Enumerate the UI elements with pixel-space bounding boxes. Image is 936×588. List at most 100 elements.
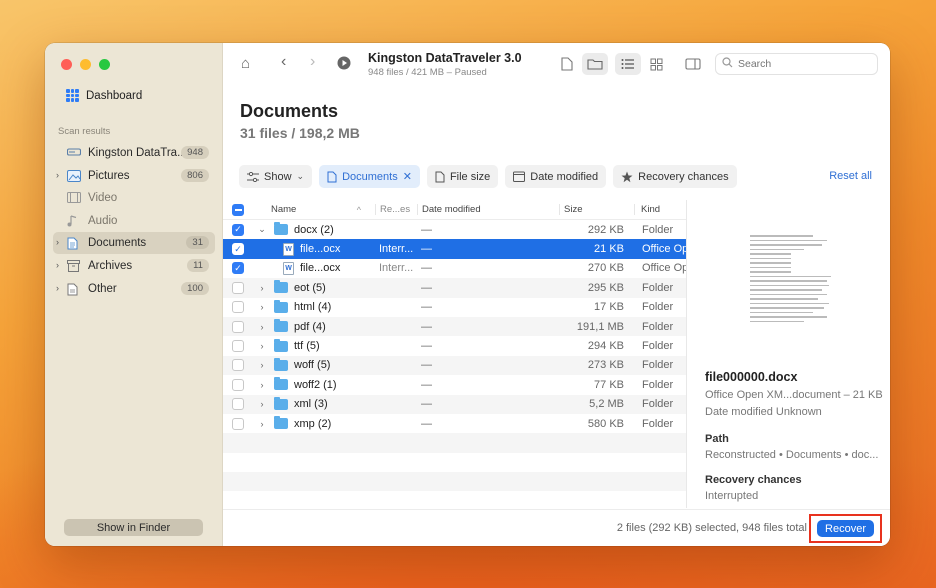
sidebar-item-video[interactable]: Video xyxy=(53,187,215,209)
table-row[interactable]: › html (4) — 17 KB Folder xyxy=(223,298,686,317)
close-window-button[interactable] xyxy=(61,59,72,70)
select-all-checkbox-cell[interactable] xyxy=(223,203,253,216)
grid-icon xyxy=(650,58,662,70)
table-row[interactable]: › woff2 (1) — 77 KB Folder xyxy=(223,375,686,394)
file-kind: Office Op... xyxy=(642,262,686,275)
sidebar-item-documents[interactable]: › Documents 31 xyxy=(53,232,215,255)
chevron-right-icon[interactable]: › xyxy=(56,283,59,293)
table-row[interactable]: › pdf (4) — 191,1 MB Folder xyxy=(223,316,686,337)
file-view-button[interactable] xyxy=(554,53,580,75)
chevron-right-icon[interactable]: › xyxy=(255,380,269,390)
recovery-chances-filter-button[interactable]: Recovery chances xyxy=(613,165,737,188)
date-modified-filter-button[interactable]: Date modified xyxy=(505,165,607,188)
reset-all-link[interactable]: Reset all xyxy=(829,170,872,182)
chevron-right-icon[interactable]: › xyxy=(56,170,59,180)
column-date-modified[interactable]: Date modified xyxy=(417,204,559,215)
folder-icon xyxy=(587,59,603,70)
table-body: ✓ ⌄ docx (2) — 292 KB Folder ✓ Wfile...ocx Inter… xyxy=(223,220,686,511)
row-checkbox[interactable] xyxy=(232,281,244,294)
table-row[interactable]: ✓ ⌄ docx (2) — 292 KB Folder xyxy=(223,220,686,239)
row-checkbox[interactable]: ✓ xyxy=(232,243,244,256)
table-row[interactable]: › xmp (2) — 580 KB Folder xyxy=(223,414,686,433)
file-kind: Folder xyxy=(642,398,674,411)
table-row[interactable]: ✓ Wfile...ocx Interr... — 270 KB Office Op... xyxy=(223,259,686,278)
sidebar-item-label: Kingston DataTra... xyxy=(88,147,187,159)
minimize-window-button[interactable] xyxy=(80,59,91,70)
row-checkbox[interactable] xyxy=(232,378,244,391)
table-row[interactable]: › woff (5) — 273 KB Folder xyxy=(223,355,686,376)
chevron-right-icon[interactable]: › xyxy=(255,322,269,332)
sidebar-item-kingston-datatra[interactable]: Kingston DataTra... 948 xyxy=(53,142,215,164)
show-filter-button[interactable]: Show ⌄ xyxy=(239,165,313,188)
chevron-right-icon[interactable]: › xyxy=(255,399,269,409)
sidebar-item-dashboard[interactable]: Dashboard xyxy=(66,89,142,102)
date-modified: — xyxy=(421,223,432,236)
zoom-window-button[interactable] xyxy=(99,59,110,70)
back-chevron-icon[interactable]: ‹ xyxy=(281,53,286,71)
table-row[interactable]: ✓ Wfile...ocx Interr... — 21 KB Office Op... xyxy=(223,239,686,259)
sidebar-item-other[interactable]: › Other 100 xyxy=(53,278,215,300)
row-checkbox[interactable] xyxy=(232,340,244,353)
toggle-preview-button[interactable] xyxy=(680,53,706,75)
row-checkbox[interactable] xyxy=(232,398,244,411)
row-checkbox[interactable] xyxy=(232,359,244,372)
app-window: Dashboard Scan results Kingston DataTra.… xyxy=(45,43,890,546)
row-checkbox[interactable] xyxy=(232,301,244,314)
date-modified: — xyxy=(421,243,432,256)
preview-recovery-label: Recovery chances xyxy=(705,474,802,486)
recover-highlight-box: Recover xyxy=(809,514,882,543)
file-size-filter-button[interactable]: File size xyxy=(426,165,499,188)
show-in-finder-button[interactable]: Show in Finder xyxy=(64,519,203,536)
chevron-right-icon[interactable]: › xyxy=(255,341,269,351)
sidebar-item-audio[interactable]: Audio xyxy=(53,210,215,232)
sidebar-item-archives[interactable]: › Archives 11 xyxy=(53,255,215,277)
select-all-checkbox[interactable] xyxy=(232,203,244,216)
row-checkbox[interactable]: ✓ xyxy=(232,223,244,236)
file-size: 5,2 MB xyxy=(589,398,624,411)
grid-view-button[interactable] xyxy=(643,53,669,75)
scan-status: 948 files / 421 MB – Paused xyxy=(368,67,487,78)
chevron-right-icon[interactable]: › xyxy=(56,237,59,247)
recover-button[interactable]: Recover xyxy=(817,520,874,537)
empty-row xyxy=(223,433,686,453)
file-size: 21 KB xyxy=(594,243,624,256)
forward-chevron-icon[interactable]: › xyxy=(310,53,315,71)
list-view-button[interactable] xyxy=(615,53,641,75)
search-input[interactable] xyxy=(738,58,868,70)
documents-filter-chip[interactable]: Documents ✕ xyxy=(319,165,420,188)
file-icon xyxy=(561,57,573,71)
home-icon[interactable]: ⌂ xyxy=(241,55,250,72)
chevron-right-icon[interactable]: › xyxy=(255,419,269,429)
chevron-down-icon[interactable]: ⌄ xyxy=(255,224,269,235)
show-filter-label: Show xyxy=(264,170,292,183)
sidebar-item-label: Other xyxy=(88,282,117,295)
preview-path-label: Path xyxy=(705,433,729,445)
chevron-right-icon[interactable]: › xyxy=(255,360,269,370)
file-name: html (4) xyxy=(294,301,332,314)
column-name[interactable]: Name ^ xyxy=(253,204,375,215)
column-size[interactable]: Size xyxy=(559,204,634,215)
folder-view-button[interactable] xyxy=(582,53,608,75)
device-title: Kingston DataTraveler 3.0 xyxy=(368,51,522,65)
file-kind: Folder xyxy=(642,301,674,314)
column-recovery[interactable]: Re...es xyxy=(375,204,417,215)
recovery-chance: Interr... xyxy=(379,262,414,275)
row-checkbox[interactable] xyxy=(232,320,244,333)
resume-scan-button[interactable] xyxy=(337,56,351,74)
chevron-right-icon[interactable]: › xyxy=(255,283,269,293)
preview-panel: file000000.docx Office Open XM...documen… xyxy=(688,200,890,508)
table-row[interactable]: › xml (3) — 5,2 MB Folder xyxy=(223,394,686,414)
folder-icon xyxy=(274,319,288,333)
table-row[interactable]: › eot (5) — 295 KB Folder xyxy=(223,278,686,298)
chevron-right-icon[interactable]: › xyxy=(56,260,59,270)
filter-bar: Show ⌄ Documents ✕ File size Date modifi… xyxy=(239,165,737,188)
drive-icon xyxy=(66,147,82,159)
table-row[interactable]: › ttf (5) — 294 KB Folder xyxy=(223,336,686,355)
row-checkbox[interactable]: ✓ xyxy=(232,262,244,275)
row-checkbox[interactable] xyxy=(232,417,244,430)
search-box[interactable] xyxy=(715,53,878,75)
chevron-right-icon[interactable]: › xyxy=(255,302,269,312)
sidebar-item-pictures[interactable]: › Pictures 806 xyxy=(53,165,215,187)
column-kind[interactable]: Kind xyxy=(634,204,686,215)
close-icon[interactable]: ✕ xyxy=(403,170,412,183)
